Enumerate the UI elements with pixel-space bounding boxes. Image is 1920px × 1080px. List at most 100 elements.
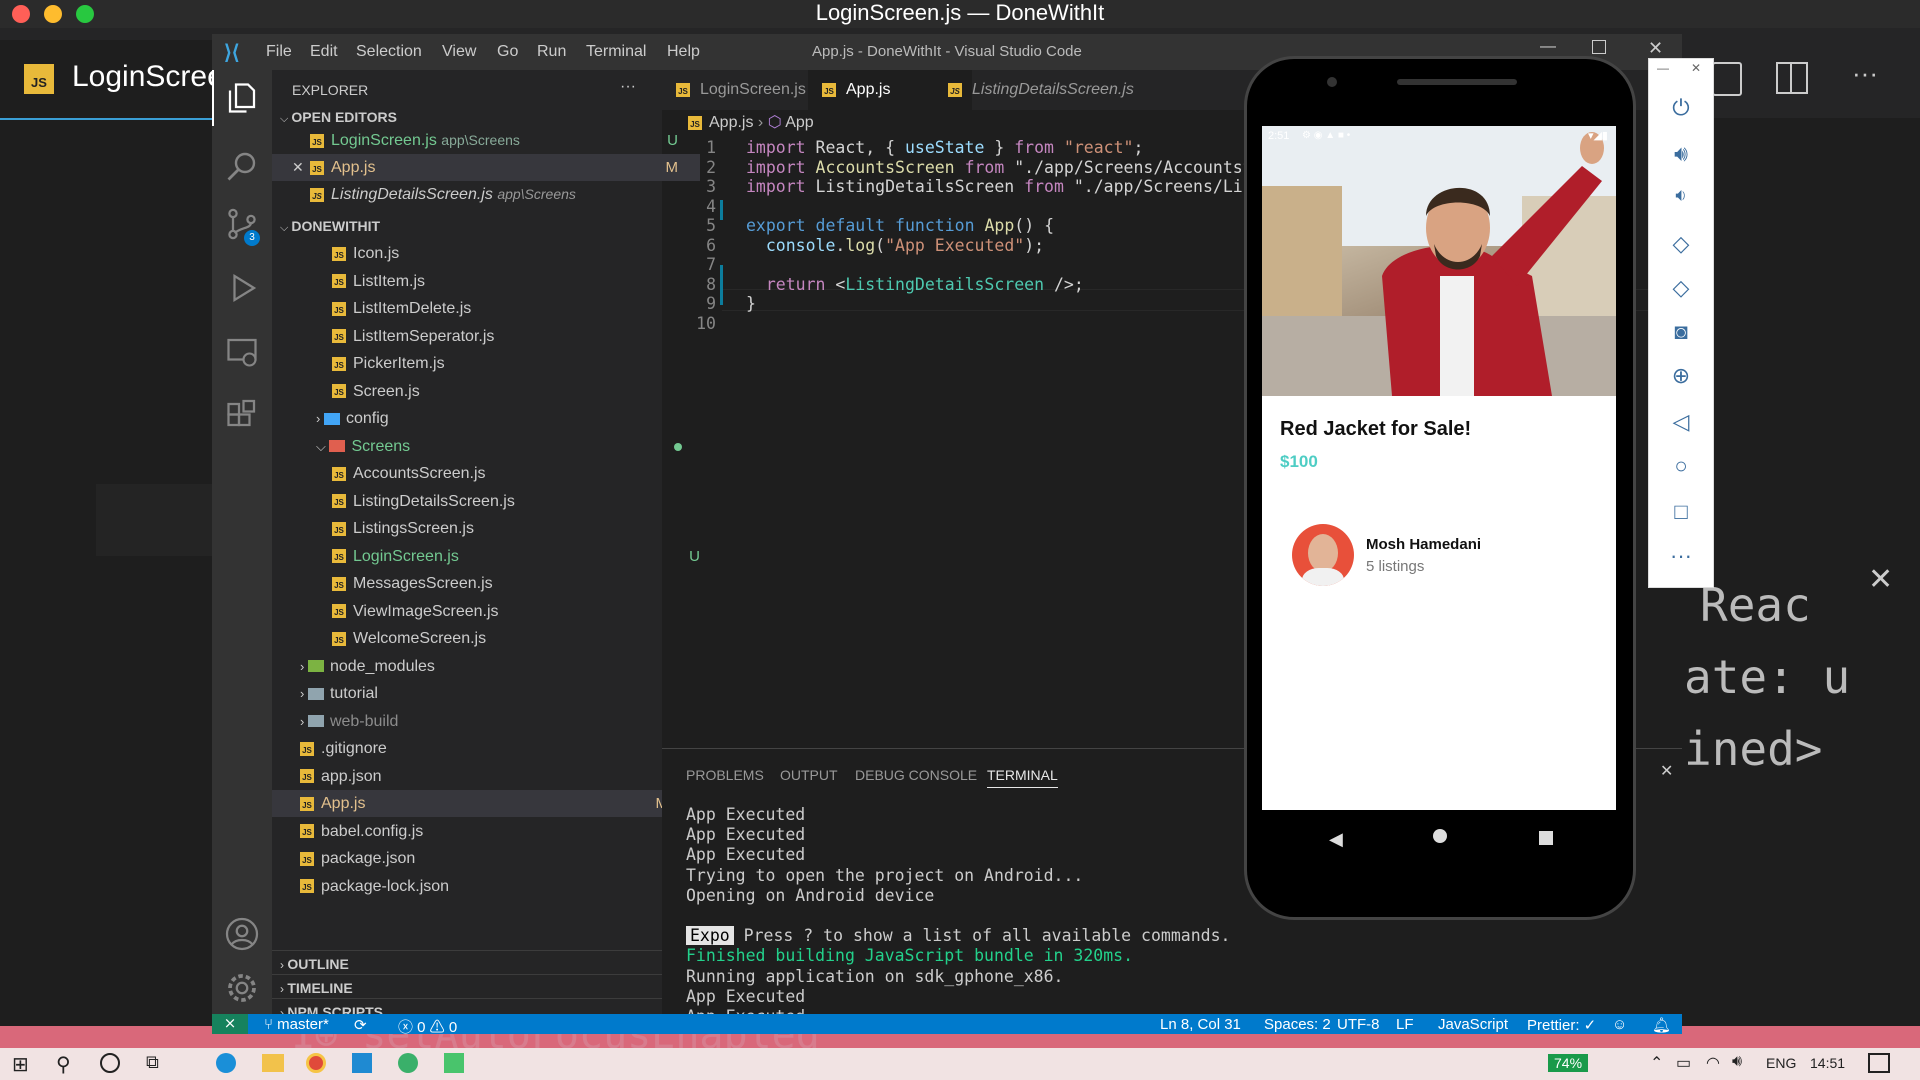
wifi-icon[interactable]: ◠ <box>1706 1053 1720 1073</box>
tree-item[interactable]: › node_modules <box>272 653 690 680</box>
settings-gear-icon[interactable] <box>224 970 260 1006</box>
tree-item[interactable]: JS WelcomeScreen.js <box>272 625 722 652</box>
tree-item[interactable]: JS AccountsScreen.js <box>272 460 722 487</box>
menu-help[interactable]: Help <box>667 43 700 61</box>
emulator-taskbar-icon[interactable] <box>444 1053 464 1073</box>
back-icon[interactable]: ◁ <box>1649 409 1713 435</box>
panel-tab-debug-console[interactable]: DEBUG CONSOLE <box>855 767 977 783</box>
listing-image[interactable]: 2:51 ⚙ ◉ ▲ ■ • ▾◢▮ <box>1262 126 1616 396</box>
explorer-more-icon[interactable]: ··· <box>620 78 636 96</box>
split-editor-icon[interactable] <box>1776 62 1808 94</box>
feedback-icon[interactable]: ☺ <box>1612 1016 1627 1033</box>
power-icon[interactable]: ⏻ <box>1649 95 1713 121</box>
tree-item[interactable]: JS package.json <box>272 845 690 872</box>
menu-view[interactable]: View <box>442 43 476 61</box>
cursor-position[interactable]: Ln 8, Col 31 <box>1160 1016 1241 1033</box>
android-studio-icon[interactable] <box>398 1053 418 1073</box>
android-recents-button[interactable] <box>1539 831 1553 845</box>
remote-indicator-icon[interactable]: ⨯ <box>212 1014 248 1034</box>
project-header[interactable]: ⌵ DONEWITHIT <box>272 213 670 240</box>
volume-icon[interactable]: 🔊︎ <box>1732 1053 1742 1071</box>
battery-icon[interactable]: ▭ <box>1676 1053 1691 1073</box>
panel-tab-terminal[interactable]: TERMINAL <box>987 767 1058 788</box>
run-debug-icon[interactable] <box>224 270 260 306</box>
android-back-button[interactable]: ◀ <box>1329 829 1343 850</box>
open-editor-item[interactable]: JS LoginScreen.js app\Screens U <box>272 127 700 154</box>
panel-tab-problems[interactable]: PROBLEMS <box>686 767 764 783</box>
line-endings[interactable]: LF <box>1396 1016 1414 1033</box>
screenshot-icon[interactable]: ◙ <box>1649 319 1713 345</box>
code-line[interactable]: import AccountsScreen from "./app/Screen… <box>746 158 1273 177</box>
language-indicator[interactable]: ENG <box>1766 1055 1796 1071</box>
menu-file[interactable]: File <box>266 43 292 61</box>
account-icon[interactable] <box>224 916 260 952</box>
tree-item[interactable]: JS ListItemSeperator.js <box>272 323 722 350</box>
notification-center-icon[interactable] <box>1868 1053 1890 1073</box>
zoom-icon[interactable]: ⊕ <box>1649 363 1713 389</box>
menu-edit[interactable]: Edit <box>310 43 338 61</box>
menu-selection[interactable]: Selection <box>356 43 422 61</box>
panel-tab-output[interactable]: OUTPUT <box>780 767 838 783</box>
tab-listingdetails[interactable]: JS ListingDetailsScreen.js <box>934 70 1162 110</box>
close-panel-icon[interactable]: ✕ <box>1660 761 1673 781</box>
open-editor-item[interactable]: JS ListingDetailsScreen.js app\Screens <box>272 181 700 208</box>
tree-item[interactable]: JS PickerItem.js <box>272 350 722 377</box>
file-explorer-icon[interactable] <box>262 1054 284 1072</box>
extensions-icon[interactable] <box>224 398 260 434</box>
compare-icon[interactable] <box>1712 62 1742 96</box>
code-line[interactable]: return <ListingDetailsScreen />; <box>746 275 1084 294</box>
menu-terminal[interactable]: Terminal <box>586 43 646 61</box>
volume-up-icon[interactable]: 🔊︎ <box>1649 141 1713 167</box>
code-line[interactable]: } <box>746 294 756 313</box>
cortana-icon[interactable] <box>100 1053 120 1073</box>
menu-go[interactable]: Go <box>497 43 518 61</box>
maximize-icon[interactable] <box>1592 40 1606 54</box>
windows-start-icon[interactable]: ⊞ <box>12 1052 29 1077</box>
tree-item[interactable]: JS babel.config.js <box>272 818 690 845</box>
emulator-minimize-icon[interactable]: — <box>1657 61 1669 75</box>
code-line[interactable]: import React, { useState } from "react"; <box>746 138 1143 157</box>
background-editor-tab[interactable]: JS LoginScreen.js <box>0 40 270 120</box>
prettier-status[interactable]: Prettier: ✓ <box>1527 1016 1596 1034</box>
more-actions-icon[interactable]: ··· <box>1852 58 1878 89</box>
overview-icon[interactable]: □ <box>1649 499 1713 525</box>
home-icon[interactable]: ○ <box>1649 453 1713 479</box>
search-icon[interactable] <box>224 148 260 184</box>
chrome-icon[interactable] <box>306 1053 326 1073</box>
indentation[interactable]: Spaces: 2 <box>1264 1016 1331 1033</box>
android-home-button[interactable] <box>1433 829 1447 843</box>
tree-item[interactable]: › web-build <box>272 708 690 735</box>
code-line[interactable]: export default function App() { <box>746 216 1054 235</box>
rotate-left-icon[interactable]: ◇ <box>1649 231 1713 257</box>
tree-item[interactable]: › tutorial <box>272 680 690 707</box>
task-view-icon[interactable]: ⧉ <box>146 1052 159 1073</box>
close-icon[interactable]: ✕ <box>1648 38 1663 59</box>
problems-indicator[interactable]: ⓧ 0 ⚠ 0 <box>398 1016 457 1034</box>
tree-item[interactable]: JSApp.jsM <box>272 790 690 817</box>
minimize-icon[interactable]: — <box>1540 38 1556 56</box>
close-editor-icon[interactable]: ✕ <box>292 154 304 181</box>
tree-item[interactable]: ⌵ Screens <box>272 433 706 460</box>
volume-down-icon[interactable]: 🔉︎ <box>1649 185 1713 206</box>
vscode-taskbar-icon[interactable] <box>352 1053 372 1073</box>
menu-run[interactable]: Run <box>537 43 566 61</box>
tree-item[interactable]: JS Icon.js <box>272 240 722 267</box>
tree-item[interactable]: JS ViewImageScreen.js <box>272 598 722 625</box>
tree-item[interactable]: JS ListingDetailsScreen.js <box>272 488 722 515</box>
search-icon[interactable]: ⚲ <box>56 1052 71 1077</box>
encoding[interactable]: UTF-8 <box>1337 1016 1380 1033</box>
files-icon[interactable] <box>224 80 260 116</box>
tree-item[interactable]: JS .gitignore <box>272 735 690 762</box>
clock[interactable]: 14:51 <box>1810 1055 1845 1071</box>
tree-item[interactable]: JS Screen.js <box>272 378 722 405</box>
notifications-icon[interactable]: 🔔︎ <box>1652 1016 1671 1034</box>
terminal-output[interactable]: App Executed App Executed App Executed Tryi… <box>686 805 1230 1034</box>
edge-icon[interactable] <box>216 1053 236 1073</box>
sync-icon[interactable]: ⟳ <box>354 1016 367 1034</box>
close-panel-icon[interactable]: ✕ <box>1868 562 1893 597</box>
code-line[interactable]: console.log("App Executed"); <box>746 236 1044 255</box>
remote-explorer-icon[interactable] <box>224 334 260 370</box>
tree-item[interactable]: JS app.json <box>272 763 690 790</box>
tree-item[interactable]: JS MessagesScreen.js <box>272 570 722 597</box>
rotate-right-icon[interactable]: ◇ <box>1649 275 1713 301</box>
